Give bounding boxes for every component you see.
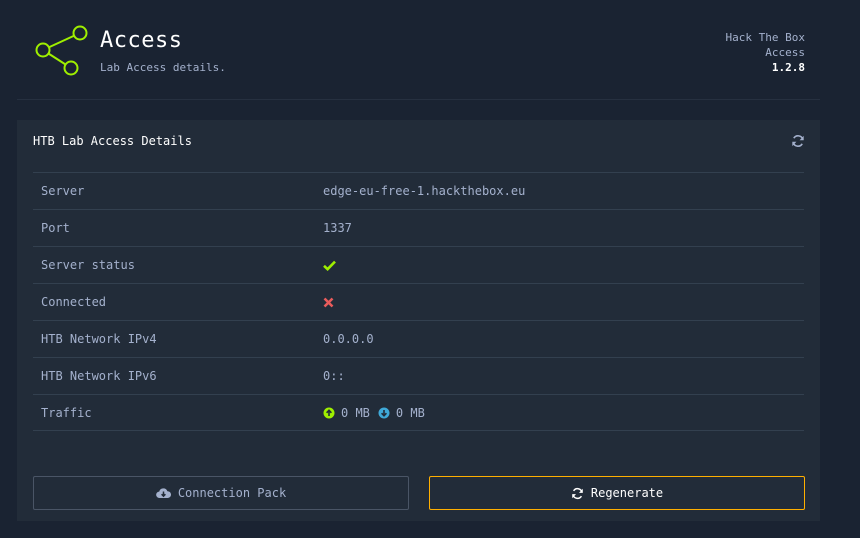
check-icon <box>323 260 336 271</box>
row-label: HTB Network IPv4 <box>41 332 157 346</box>
traffic-value: 0 MB 0 MB <box>323 406 433 420</box>
panel-title: HTB Lab Access Details <box>33 134 192 148</box>
table-row-ipv6: HTB Network IPv6 0:: <box>33 357 804 394</box>
row-label: Server status <box>41 258 135 272</box>
table-row-connected: Connected <box>33 283 804 320</box>
ipv4-value: 0.0.0.0 <box>323 332 374 346</box>
table-row-ipv4: HTB Network IPv4 0.0.0.0 <box>33 320 804 357</box>
table-row-traffic: Traffic 0 MB 0 MB <box>33 394 804 431</box>
row-label: Connected <box>41 295 107 309</box>
page-title: Access <box>100 28 183 53</box>
details-table: Server edge-eu-free-1.hackthebox.eu Port… <box>33 172 804 431</box>
connection-pack-button[interactable]: Connection Pack <box>33 476 409 510</box>
ipv6-value: 0:: <box>323 369 345 383</box>
refresh-icon <box>572 487 583 499</box>
lab-access-panel: HTB Lab Access Details Server edge-eu-fr… <box>17 120 820 521</box>
header-meta: Hack The Box Access 1.2.8 <box>726 30 805 75</box>
refresh-icon[interactable] <box>791 134 805 148</box>
traffic-up-value: 0 MB <box>341 405 370 420</box>
cloud-download-icon <box>156 488 171 499</box>
table-row-port: Port 1337 <box>33 209 804 246</box>
share-network-icon <box>35 25 88 76</box>
row-label: Server <box>41 184 85 198</box>
row-label: HTB Network IPv6 <box>41 369 157 383</box>
meta-version: 1.2.8 <box>771 61 805 74</box>
connection-pack-label: Connection Pack <box>177 486 287 500</box>
port-value: 1337 <box>323 221 352 235</box>
meta-section: Access <box>765 46 805 59</box>
table-row-server: Server edge-eu-free-1.hackthebox.eu <box>33 172 804 209</box>
regenerate-label: Regenerate <box>590 486 664 500</box>
connected-value <box>323 297 334 308</box>
row-label: Traffic <box>41 405 92 420</box>
traffic-down-value: 0 MB <box>395 405 425 420</box>
download-arrow-icon <box>378 407 390 418</box>
page-header: Access Lab Access details. Hack The Box … <box>17 0 820 100</box>
cross-icon <box>323 297 334 307</box>
regenerate-button[interactable]: Regenerate <box>429 476 805 510</box>
meta-brand: Hack The Box <box>725 31 805 44</box>
page-subtitle: Lab Access details. <box>100 61 226 74</box>
row-label: Port <box>41 221 70 235</box>
table-row-server-status: Server status <box>33 246 804 283</box>
server-value: edge-eu-free-1.hackthebox.eu <box>323 184 526 198</box>
upload-arrow-icon <box>323 407 335 418</box>
server-status-value <box>323 260 336 271</box>
